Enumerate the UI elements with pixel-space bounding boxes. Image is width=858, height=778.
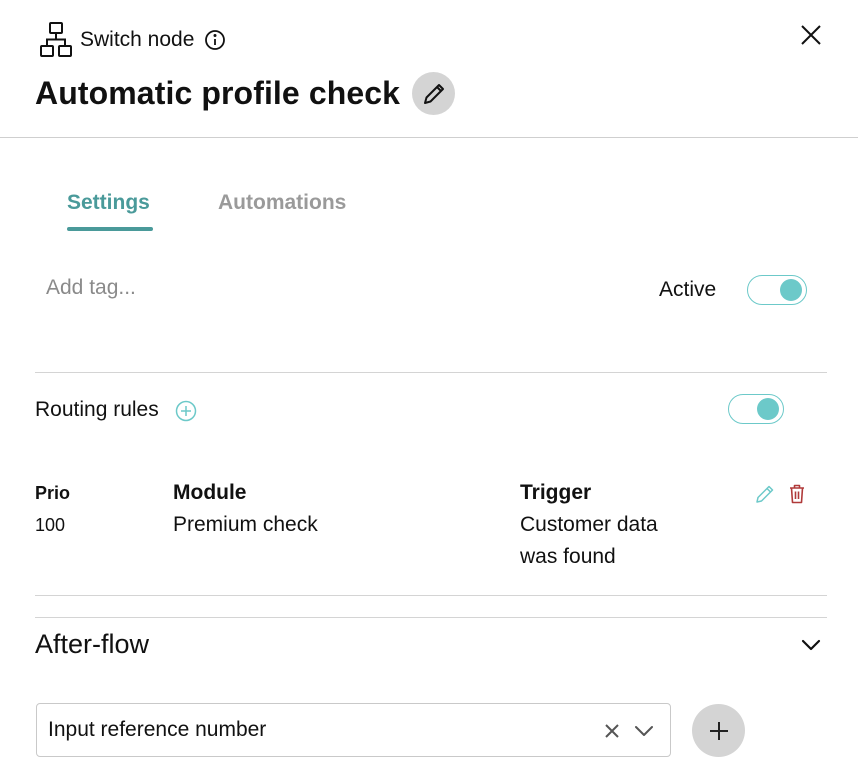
active-toggle[interactable] <box>747 275 807 305</box>
column-header-prio: Prio <box>35 483 71 503</box>
select-value: Input reference number <box>48 718 267 741</box>
rule-trigger-line2: was found <box>520 545 616 568</box>
routing-rules-toggle[interactable] <box>728 394 784 424</box>
toggle-knob <box>780 279 802 301</box>
edit-rule-icon[interactable] <box>755 484 775 504</box>
plus-icon <box>709 721 728 740</box>
toggle-knob <box>757 398 779 420</box>
edit-title-button[interactable] <box>412 72 456 115</box>
routing-rules-label: Routing rules <box>35 398 159 421</box>
page-title: Automatic profile check <box>35 75 401 111</box>
chevron-down-icon[interactable] <box>800 636 822 654</box>
rule-module: Premium check <box>173 513 318 536</box>
delete-rule-icon[interactable] <box>789 484 805 504</box>
close-icon[interactable] <box>798 22 824 48</box>
add-circle-icon[interactable] <box>175 400 197 422</box>
info-icon[interactable] <box>204 29 226 51</box>
node-type-row: Switch node <box>40 22 226 58</box>
after-flow-select[interactable]: Input reference number <box>36 703 671 757</box>
active-label: Active <box>659 278 717 301</box>
rule-trigger-line1: Customer data <box>520 513 658 536</box>
after-flow-title: After-flow <box>35 629 150 659</box>
tab-automations[interactable]: Automations <box>218 191 346 215</box>
title-row: Automatic profile check <box>35 72 456 115</box>
switch-node-panel: Switch node Automatic profile check Sett… <box>0 0 858 778</box>
tab-active-indicator <box>67 227 153 231</box>
pencil-icon <box>423 83 444 104</box>
chevron-down-icon[interactable] <box>634 724 654 738</box>
rule-prio: 100 <box>35 515 66 535</box>
network-tree-icon <box>40 22 72 57</box>
section-divider <box>35 617 827 618</box>
section-divider <box>35 372 827 373</box>
node-type-label: Switch node <box>80 28 195 51</box>
add-after-flow-button[interactable] <box>692 704 745 757</box>
add-tag-input[interactable] <box>46 272 446 304</box>
column-header-module: Module <box>173 481 247 504</box>
clear-icon[interactable] <box>603 722 621 740</box>
section-divider <box>35 595 827 596</box>
column-header-trigger: Trigger <box>520 481 592 504</box>
tab-settings[interactable]: Settings <box>67 191 150 215</box>
header-divider <box>0 137 858 138</box>
